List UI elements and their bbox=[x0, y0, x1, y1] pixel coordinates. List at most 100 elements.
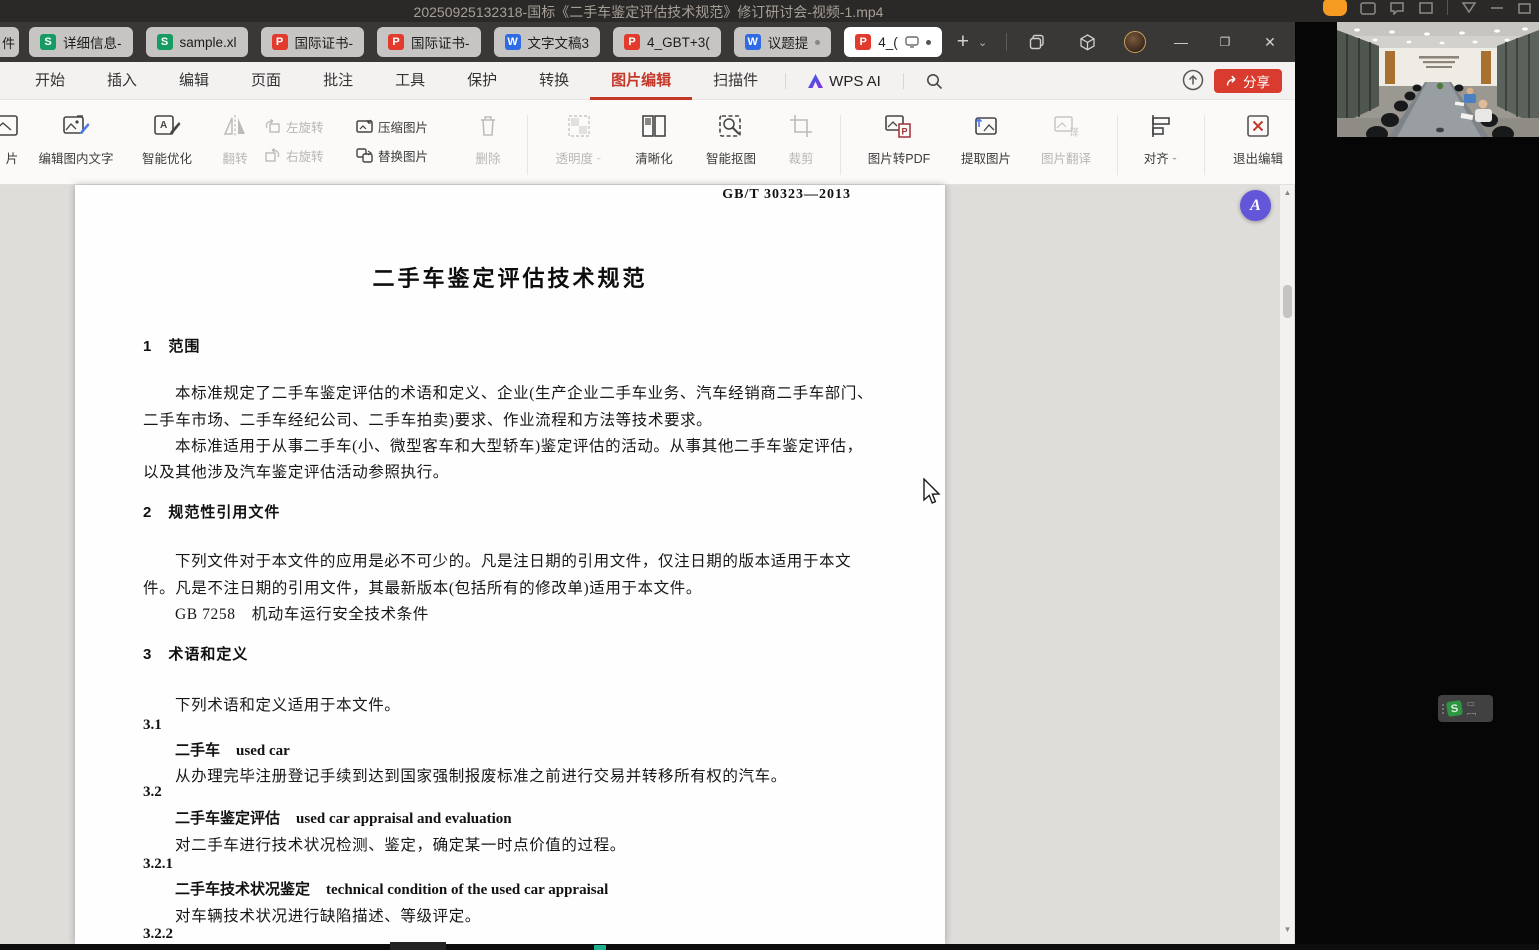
wps-ai-floating-button[interactable]: A bbox=[1240, 190, 1271, 221]
scroll-down-arrow-icon[interactable]: ▼ bbox=[1280, 925, 1295, 934]
tab-yititi[interactable]: W 议题提 bbox=[734, 27, 832, 57]
rotate-group: 左旋转 右旋转 bbox=[264, 113, 356, 165]
flip-button[interactable]: 翻转 bbox=[206, 113, 264, 167]
tab-active-document[interactable]: P 4_( bbox=[844, 27, 942, 57]
writer-icon: W bbox=[505, 34, 521, 50]
transparency-button[interactable]: 透明度⌄ bbox=[539, 113, 619, 167]
edit-text-in-image-button[interactable]: 编辑图内文字 bbox=[24, 113, 128, 167]
tabbar-divider bbox=[1006, 33, 1007, 51]
clipped-toolbar-button[interactable]: 片 bbox=[0, 113, 24, 167]
pdf-icon: P bbox=[624, 34, 640, 50]
widget-mini-icons: ▭⌐¬ bbox=[1467, 700, 1476, 718]
video-title-bar: 20250925132318-国标《二手车鉴定评估技术规范》修订研讨会-视频-1… bbox=[0, 0, 1539, 22]
minimize-button[interactable]: — bbox=[1166, 22, 1196, 62]
tab-label: 国际证书- bbox=[411, 32, 470, 52]
trash-icon bbox=[476, 113, 500, 139]
replace-image-button[interactable]: 替换图片 bbox=[356, 146, 460, 165]
upload-icon bbox=[1182, 69, 1204, 91]
menu-yemian[interactable]: 页面 bbox=[230, 62, 302, 100]
image-translate-button[interactable]: 译 图片翻译 bbox=[1026, 113, 1106, 167]
screen-capture-widget[interactable]: S ▭⌐¬ bbox=[1438, 695, 1493, 722]
upload-button[interactable] bbox=[1182, 69, 1204, 91]
svg-text:P: P bbox=[902, 127, 908, 137]
pdf-icon: P bbox=[855, 34, 871, 50]
tab-list-chevron-icon[interactable]: ⌄ bbox=[978, 36, 987, 49]
term-number: 3.2.1 bbox=[143, 856, 173, 873]
crop-button[interactable]: 裁剪 bbox=[773, 113, 829, 167]
menu-gongju[interactable]: 工具 bbox=[374, 62, 446, 100]
stack-windows-icon[interactable] bbox=[1022, 22, 1052, 62]
scroll-up-arrow-icon[interactable]: ▲ bbox=[1280, 188, 1295, 197]
player-save-icon[interactable] bbox=[1360, 0, 1376, 15]
align-button[interactable]: 对齐⌄ bbox=[1129, 113, 1193, 167]
unsaved-dot bbox=[815, 40, 820, 45]
drag-handle-icon[interactable] bbox=[1442, 704, 1444, 714]
term-line: 二手车技术状况鉴定technical condition of the used… bbox=[175, 878, 608, 899]
chevron-down-icon: ⌄ bbox=[595, 153, 603, 162]
video-filename: 20250925132318-国标《二手车鉴定评估技术规范》修订研讨会-视频-1… bbox=[0, 2, 1297, 22]
image-to-pdf-icon: P bbox=[884, 113, 914, 139]
extract-image-icon bbox=[972, 113, 1000, 139]
menu-bianji[interactable]: 编辑 bbox=[158, 62, 230, 100]
smart-cutout-button[interactable]: 智能抠图 bbox=[689, 113, 773, 167]
meeting-room-video[interactable] bbox=[1337, 22, 1539, 137]
restore-button[interactable]: ❐ bbox=[1210, 22, 1240, 62]
tab-4-gbt[interactable]: P 4_GBT+3( bbox=[613, 27, 721, 57]
delete-button[interactable]: 删除 bbox=[460, 113, 516, 167]
document-title: 二手车鉴定评估技术规范 bbox=[75, 261, 945, 293]
menu-wps-ai[interactable]: WPS AI bbox=[792, 62, 897, 100]
rotate-left-button[interactable]: 左旋转 bbox=[264, 117, 356, 136]
smart-optimize-button[interactable]: A 智能优化 bbox=[128, 113, 206, 167]
search-button[interactable] bbox=[910, 62, 959, 100]
compress-image-button[interactable]: 压缩图片 bbox=[356, 117, 460, 136]
tab-xiangxixinxi[interactable]: S 详细信息- bbox=[29, 27, 133, 57]
mouse-cursor bbox=[922, 478, 942, 506]
menu-saomiaojian[interactable]: 扫描件 bbox=[692, 62, 779, 100]
taskbar-app-icon bbox=[594, 945, 606, 950]
tab-guojizhengshu-2[interactable]: P 国际证书- bbox=[377, 27, 481, 57]
menu-tupianbianji-active[interactable]: 图片编辑 bbox=[590, 62, 692, 100]
smart-cutout-icon bbox=[717, 113, 745, 139]
wps-spreadsheet-mini-icon: S bbox=[1446, 700, 1463, 717]
close-button[interactable]: ✕ bbox=[1255, 22, 1285, 62]
picture-edit-toolbar: 片 编辑图内文字 A 智能优化 bbox=[0, 100, 1297, 185]
player-restore-icon[interactable] bbox=[1517, 0, 1533, 15]
tab-guojizhengshu-1[interactable]: P 国际证书- bbox=[261, 27, 365, 57]
body-line: 下列文件对于本文件的应用是必不可少的。凡是注日期的引用文件，仅注日期的版本适用于… bbox=[175, 549, 851, 571]
menu-charu[interactable]: 插入 bbox=[86, 62, 158, 100]
exit-edit-icon bbox=[1245, 113, 1271, 139]
vertical-scrollbar[interactable]: ▲ ▼ bbox=[1279, 185, 1294, 944]
term-number: 3.2.2 bbox=[143, 926, 173, 943]
menu-kaishi[interactable]: 开始 bbox=[14, 62, 86, 100]
image-translate-icon: 译 bbox=[1052, 113, 1080, 139]
share-button[interactable]: 分享 bbox=[1214, 69, 1282, 93]
video-side-panel: S ▭⌐¬ bbox=[1295, 22, 1539, 950]
image-to-pdf-button[interactable]: P 图片转PDF bbox=[852, 113, 946, 167]
player-minimize-icon[interactable] bbox=[1490, 0, 1504, 15]
body-line: 二手车市场、二手车经纪公司、二手车拍卖)要求、作业流程和方法等技术要求。 bbox=[143, 408, 712, 430]
rotate-right-button[interactable]: 右旋转 bbox=[264, 146, 356, 165]
section-2-heading: 2 规范性引用文件 bbox=[143, 501, 280, 522]
toolbar-divider bbox=[840, 115, 841, 175]
player-comment-icon[interactable] bbox=[1389, 0, 1405, 15]
user-avatar[interactable] bbox=[1120, 22, 1150, 62]
term-number: 3.1 bbox=[143, 717, 162, 734]
workspace-cube-icon[interactable] bbox=[1072, 22, 1102, 62]
tab-label: 4_( bbox=[878, 35, 898, 50]
new-tab-button[interactable]: + bbox=[957, 27, 969, 57]
scrollbar-thumb[interactable] bbox=[1283, 285, 1292, 318]
screen-share-icon bbox=[905, 36, 919, 48]
player-logo-icon[interactable] bbox=[1323, 0, 1347, 16]
menu-baohu[interactable]: 保护 bbox=[446, 62, 518, 100]
exit-edit-button[interactable]: 退出编辑 bbox=[1216, 113, 1300, 167]
menu-pizhu[interactable]: 批注 bbox=[302, 62, 374, 100]
tab-sample[interactable]: S sample.xl bbox=[146, 27, 248, 57]
tab-clipped[interactable]: 件 bbox=[0, 27, 19, 57]
tab-wenzi-wengao3[interactable]: W 文字文稿3 bbox=[494, 27, 601, 57]
extract-image-button[interactable]: 提取图片 bbox=[946, 113, 1026, 167]
sharpen-button[interactable]: 清晰化 bbox=[619, 113, 689, 167]
player-pin-icon[interactable] bbox=[1461, 0, 1477, 15]
menu-zhuanhuan[interactable]: 转换 bbox=[518, 62, 590, 100]
image-ops-group: 压缩图片 替换图片 bbox=[356, 113, 460, 165]
player-window-icon[interactable] bbox=[1418, 0, 1434, 15]
